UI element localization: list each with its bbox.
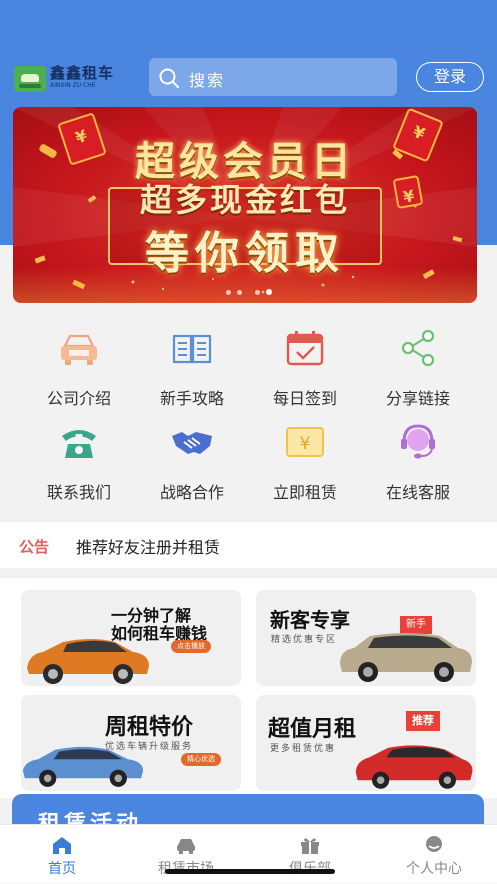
banner-callout: 等你领取 (145, 228, 345, 279)
bottom-tab-bar: 首页 租赁市场 俱乐部 个人中心 (0, 824, 497, 883)
card-new-customer[interactable]: 新客专享 精选优惠专区 新手 (256, 590, 476, 686)
menu-item-company[interactable]: 公司介绍 (17, 320, 141, 414)
handshake-icon (172, 432, 212, 454)
search-icon (159, 68, 179, 88)
menu-item-share[interactable]: 分享链接 (356, 320, 480, 414)
book-icon (172, 334, 212, 364)
blue-sedan-image (22, 746, 144, 787)
pagination-dot[interactable] (254, 290, 260, 295)
logo-car-icon (14, 66, 46, 92)
svg-text:¥: ¥ (300, 434, 311, 454)
card-tag: 精心优选 (181, 753, 221, 766)
announcement-bar[interactable]: 公告 推荐好友注册并租赁 (0, 522, 497, 568)
banner-pagination (0, 280, 497, 295)
tab-label: 租赁市场 (124, 858, 248, 878)
announcement-tag: 公告 (19, 538, 50, 556)
search-placeholder: 搜索 (189, 71, 226, 90)
tab-label: 个人中心 (406, 861, 462, 877)
menu-item-rent-now[interactable]: ¥ 立即租赁 (243, 414, 367, 508)
menu-item-guide[interactable]: 新手攻略 (130, 320, 254, 414)
login-button[interactable]: 登录 (416, 62, 484, 92)
banner-subheadline: 超多现金红包 (139, 181, 350, 219)
card-weekly-rental[interactable]: 周租特价 优选车辆升级服务 精心优选 (21, 695, 241, 791)
calendar-check-icon (286, 331, 324, 366)
tab-label: 俱乐部 (248, 858, 372, 878)
home-indicator (165, 869, 335, 874)
menu-item-checkin[interactable]: 每日签到 (243, 320, 367, 414)
headset-icon (401, 424, 435, 459)
telephone-icon (62, 430, 96, 458)
card-monthly-rental[interactable]: 超值月租 更多租赁优惠 推荐 (256, 695, 476, 791)
menu-label: 在线客服 (385, 483, 450, 502)
company-car-icon (61, 334, 97, 365)
logo-name: 鑫鑫租车 (50, 64, 115, 82)
app-header: 鑫鑫租车 XINXIN ZU CHE 搜索 登录 (0, 58, 497, 98)
tab-club[interactable]: 俱乐部 (248, 825, 372, 884)
logo-subtitle: XINXIN ZU CHE (50, 82, 96, 89)
promo-cards: 一分钟了解 如何租车赚钱 点击播放 新客专享 精选优惠专区 新手 周租特价 优选… (0, 578, 497, 798)
card-how-to-earn[interactable]: 一分钟了解 如何租车赚钱 点击播放 (21, 590, 241, 686)
tab-profile[interactable]: 个人中心 (372, 825, 496, 884)
share-icon (401, 329, 435, 367)
pagination-dot-active[interactable] (265, 289, 272, 295)
home-icon (53, 837, 71, 854)
menu-item-contact[interactable]: 联系我们 (17, 414, 141, 508)
pagination-dot[interactable] (225, 290, 231, 295)
search-bar[interactable]: 搜索 (149, 58, 397, 96)
person-icon (426, 836, 442, 852)
card-title: 超值月租 (268, 717, 357, 742)
menu-label: 分享链接 (385, 389, 450, 408)
red-hatchback-image (355, 745, 473, 789)
menu-label: 立即租赁 (272, 483, 337, 502)
pagination-dot[interactable] (236, 290, 242, 295)
menu-label: 新手攻略 (159, 389, 224, 408)
menu-label: 联系我们 (46, 483, 111, 502)
tab-home[interactable]: 首页 (0, 825, 124, 884)
menu-label: 每日签到 (272, 389, 337, 408)
tab-label: 首页 (48, 861, 76, 877)
tab-rental-market[interactable]: 租赁市场 (124, 825, 248, 884)
menu-label: 公司介绍 (46, 389, 111, 408)
yen-card-icon: ¥ (286, 427, 324, 457)
card-subtitle: 精选优惠专区 (271, 635, 338, 645)
menu-item-support[interactable]: 在线客服 (356, 414, 480, 508)
app-logo[interactable]: 鑫鑫租车 XINXIN ZU CHE (14, 64, 128, 96)
promo-banner[interactable]: 超级会员日 超多现金红包 等你领取 (13, 107, 477, 303)
menu-item-partner[interactable]: 战略合作 (130, 414, 254, 508)
card-badge: 推荐 (406, 711, 440, 731)
card-subtitle: 更多租赁优惠 (270, 744, 337, 754)
beige-suv-image (340, 633, 472, 682)
announcement-text: 推荐好友注册并租赁 (76, 538, 221, 557)
quick-menu: 公司介绍 新手攻略 每日签到 分享链接 联系我们 战略合作 ¥ 立即租赁 在线客… (0, 320, 497, 508)
orange-suv-image (27, 639, 149, 684)
card-tag: 点击播放 (171, 640, 211, 653)
gift-icon (301, 838, 319, 854)
car-icon (177, 839, 195, 854)
menu-label: 战略合作 (159, 483, 224, 502)
